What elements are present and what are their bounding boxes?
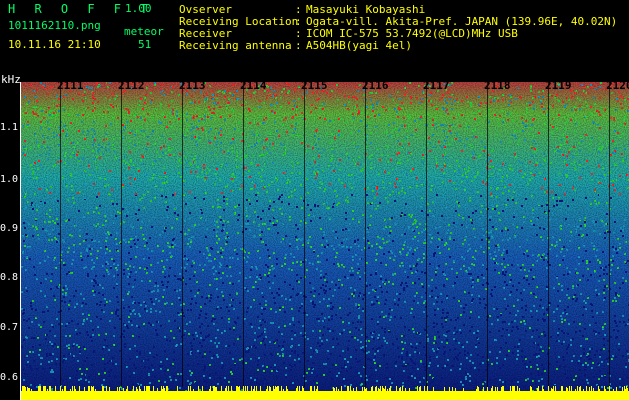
frequency-tick-label: 1.1 xyxy=(0,122,19,133)
frequency-unit: kHz xyxy=(1,73,21,86)
frequency-tick-label: 0.8 xyxy=(0,272,19,283)
hroft-window: H R O F F T 1.00 1011162110.png meteor 1… xyxy=(0,0,629,400)
minute-marker-line xyxy=(304,82,305,387)
minute-marker-line xyxy=(121,82,122,387)
timestamp: 10.11.16 21:10 xyxy=(8,38,101,51)
minute-marker-line xyxy=(365,82,366,387)
antenna-label: Receiving antenna xyxy=(179,39,292,52)
minute-marker-line xyxy=(487,82,488,387)
meteor-count: 51 xyxy=(138,38,152,51)
antenna-value: A504HB(yagi 4el) xyxy=(306,39,412,52)
minute-marker-line xyxy=(609,82,610,387)
spectrogram xyxy=(21,82,629,400)
minute-marker-line xyxy=(548,82,549,387)
minute-marker-line xyxy=(426,82,427,387)
file-name: 1011162110.png xyxy=(8,19,101,32)
spectrogram-image xyxy=(21,82,629,400)
frequency-tick-label: 0.6 xyxy=(0,372,19,383)
frequency-axis xyxy=(20,82,21,400)
frequency-tick-label: 0.7 xyxy=(0,322,19,333)
bottom-signal-strip xyxy=(21,386,629,400)
minute-marker-line xyxy=(60,82,61,387)
meteor-label: meteor xyxy=(124,25,164,38)
frequency-tick-label: 0.9 xyxy=(0,223,19,234)
minute-marker-line xyxy=(243,82,244,387)
app-version: 1.00 xyxy=(125,2,152,15)
minute-marker-line xyxy=(182,82,183,387)
frequency-tick-label: 1.0 xyxy=(0,174,19,185)
antenna-colon: : xyxy=(295,39,302,52)
